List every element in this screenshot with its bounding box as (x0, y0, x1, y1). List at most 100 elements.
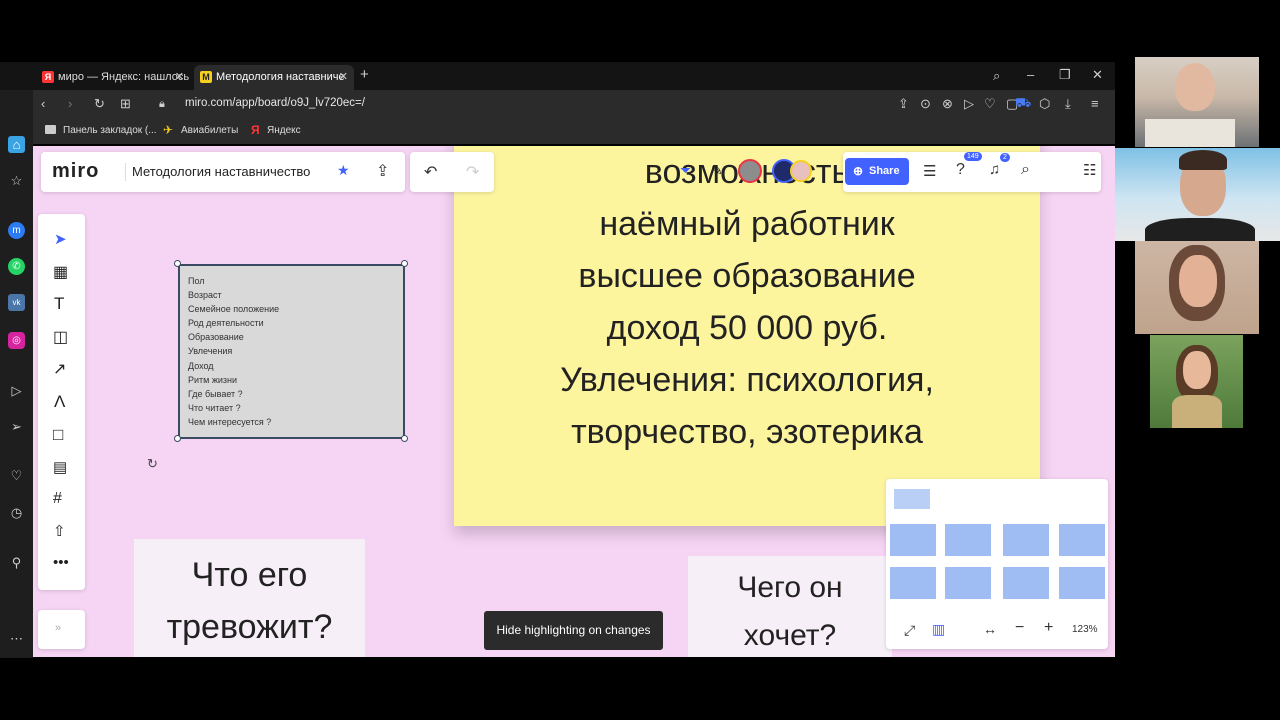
avatar[interactable] (738, 159, 762, 183)
resize-handle[interactable] (401, 260, 408, 267)
zoom-level[interactable]: 123% (1072, 624, 1098, 635)
sticky-note-portrait[interactable]: возможность наёмный работник высшее обра… (454, 146, 1040, 526)
pen-icon[interactable]: Λ (54, 392, 65, 412)
expand-icon[interactable]: » (55, 622, 61, 634)
cube-icon[interactable]: ⬡ (1039, 97, 1050, 111)
connection-line-icon[interactable]: ↗ (53, 359, 66, 379)
minimap-thumb[interactable] (945, 567, 991, 599)
select-tool-icon[interactable]: ➤ (54, 230, 67, 248)
minimap-thumb[interactable] (1003, 524, 1049, 556)
minimap-thumb[interactable] (1059, 567, 1105, 599)
minimap-thumb[interactable] (945, 524, 991, 556)
menu-icon[interactable]: ≡ (1091, 97, 1099, 111)
avatar[interactable] (790, 160, 812, 182)
minimap-thumb[interactable] (894, 489, 930, 509)
video-tile-participant-2[interactable] (1115, 148, 1280, 241)
card-worries[interactable]: Что его тревожит? (134, 539, 365, 657)
sticky-note-icon[interactable]: ◫ (53, 327, 68, 347)
frame-icon[interactable]: # (53, 490, 62, 508)
text-tool-icon[interactable]: T (54, 294, 64, 314)
more-tools-icon[interactable]: ••• (53, 554, 69, 571)
location-icon[interactable]: ⚲ (8, 554, 25, 571)
fit-width-icon[interactable]: ↔ (983, 621, 997, 637)
speed-dial-icon[interactable]: ☆ (8, 172, 25, 189)
vk-icon[interactable]: vk (8, 294, 25, 311)
zoom-out-icon[interactable]: − (1015, 619, 1024, 637)
sticky-line: Увлечения: психология, (560, 361, 934, 399)
minimap-thumb[interactable] (1003, 567, 1049, 599)
video-tile-participant-1[interactable] (1135, 57, 1259, 147)
resize-handle[interactable] (174, 260, 181, 267)
hide-highlighting-toast[interactable]: Hide highlighting on changes (484, 611, 663, 650)
camera-icon[interactable]: ⊙ (920, 97, 931, 111)
resize-handle[interactable] (174, 435, 181, 442)
share-page-icon[interactable]: ⇪ (898, 97, 909, 111)
card-wants[interactable]: Чего он хочет? (688, 556, 892, 657)
miro-canvas[interactable]: возможность наёмный работник высшее обра… (33, 146, 1115, 657)
favorite-icon[interactable]: ♡ (984, 97, 996, 111)
notes-icon[interactable]: ☷ (1083, 161, 1096, 179)
bookmark-aviabilety[interactable]: Авиабилеты (181, 125, 238, 136)
bookmark-yandex[interactable]: Яндекс (267, 125, 301, 136)
minimize-icon[interactable]: – (1027, 68, 1034, 82)
help-icon[interactable]: ? (956, 161, 965, 179)
heart-icon[interactable]: ♡ (8, 467, 25, 484)
star-icon[interactable]: ★ (337, 162, 350, 179)
send-icon[interactable]: ▷ (964, 97, 974, 111)
share-button[interactable]: ⊕ Share (845, 158, 909, 185)
undo-icon[interactable]: ↶ (424, 162, 437, 182)
minimap-thumb[interactable] (1059, 524, 1105, 556)
shape-icon[interactable]: □ (53, 425, 63, 445)
forward-icon[interactable]: › (68, 97, 72, 111)
reload-icon[interactable]: ↻ (94, 97, 105, 111)
card-line: хочет? (743, 619, 837, 652)
adblock-icon[interactable]: ⊗ (942, 97, 953, 111)
close-tab-icon[interactable]: ✕ (339, 70, 348, 83)
miro-logo[interactable]: miro (52, 160, 99, 183)
fullscreen-icon[interactable]: ⤢ (904, 622, 915, 639)
bell-icon[interactable]: ♫ (989, 161, 1000, 178)
rotate-handle-icon[interactable]: ↻ (147, 456, 158, 472)
video-tile-participant-4[interactable] (1150, 335, 1243, 428)
download-icon[interactable]: ⤓ (1065, 97, 1071, 111)
book-shape (1145, 119, 1235, 147)
more-icon[interactable]: ⋯ (8, 630, 25, 647)
search-icon[interactable]: ⌕ (1021, 161, 1030, 179)
resize-handle[interactable] (401, 435, 408, 442)
messenger-icon[interactable]: m (8, 222, 25, 239)
player-icon[interactable]: ▷ (8, 382, 25, 399)
whatsapp-icon[interactable]: ✆ (8, 258, 25, 275)
celebrate-icon[interactable]: ✎ (711, 162, 723, 179)
close-window-icon[interactable]: ✕ (1092, 68, 1103, 82)
card-line: Чего он (737, 571, 843, 604)
url-field[interactable]: miro.com/app/board/o9J_lv720ec=/ (185, 97, 365, 109)
templates-icon[interactable]: ▦ (53, 262, 68, 282)
settings-sliders-icon[interactable]: ☰ (923, 162, 936, 180)
new-tab-button[interactable]: + (360, 67, 369, 82)
tab-yandex[interactable]: Я миро — Яндекс: нашлось ✕ (36, 65, 190, 90)
minimap-thumb[interactable] (890, 524, 936, 556)
export-icon[interactable]: ⇪ (376, 161, 389, 181)
restore-icon[interactable]: ❐ (1059, 68, 1071, 82)
upload-icon[interactable]: ⇧ (53, 522, 66, 540)
send-icon[interactable]: ➢ (8, 418, 25, 435)
tabs-grid-icon[interactable]: ⊞ (120, 97, 131, 111)
zoom-in-icon[interactable]: + (1044, 619, 1053, 637)
map-icon[interactable]: ▥ (932, 621, 945, 638)
filter-icon[interactable]: ⏷ (680, 162, 691, 179)
cart-icon[interactable]: ⛟ (1015, 96, 1031, 110)
redo-icon[interactable]: ↷ (466, 162, 479, 182)
instagram-icon[interactable]: ◎ (8, 332, 25, 349)
bookmark-panel[interactable]: Панель закладок (... (63, 125, 157, 136)
tab-miro[interactable]: M Методология наставниче ✕ (194, 65, 354, 90)
video-tile-participant-3[interactable] (1135, 241, 1259, 334)
history-icon[interactable]: ◷ (8, 504, 25, 521)
search-tabs-icon[interactable]: ⌕ (993, 69, 1000, 83)
close-tab-icon[interactable]: ✕ (175, 70, 184, 83)
selected-text-box[interactable]: Пол Возраст Семейное положение Род деяте… (178, 264, 405, 439)
home-icon[interactable]: ⌂ (8, 136, 25, 153)
board-title[interactable]: Методология наставничество (132, 164, 310, 179)
back-icon[interactable]: ‹ (41, 97, 45, 111)
minimap-thumb[interactable] (890, 567, 936, 599)
comment-icon[interactable]: ▤ (53, 458, 67, 476)
